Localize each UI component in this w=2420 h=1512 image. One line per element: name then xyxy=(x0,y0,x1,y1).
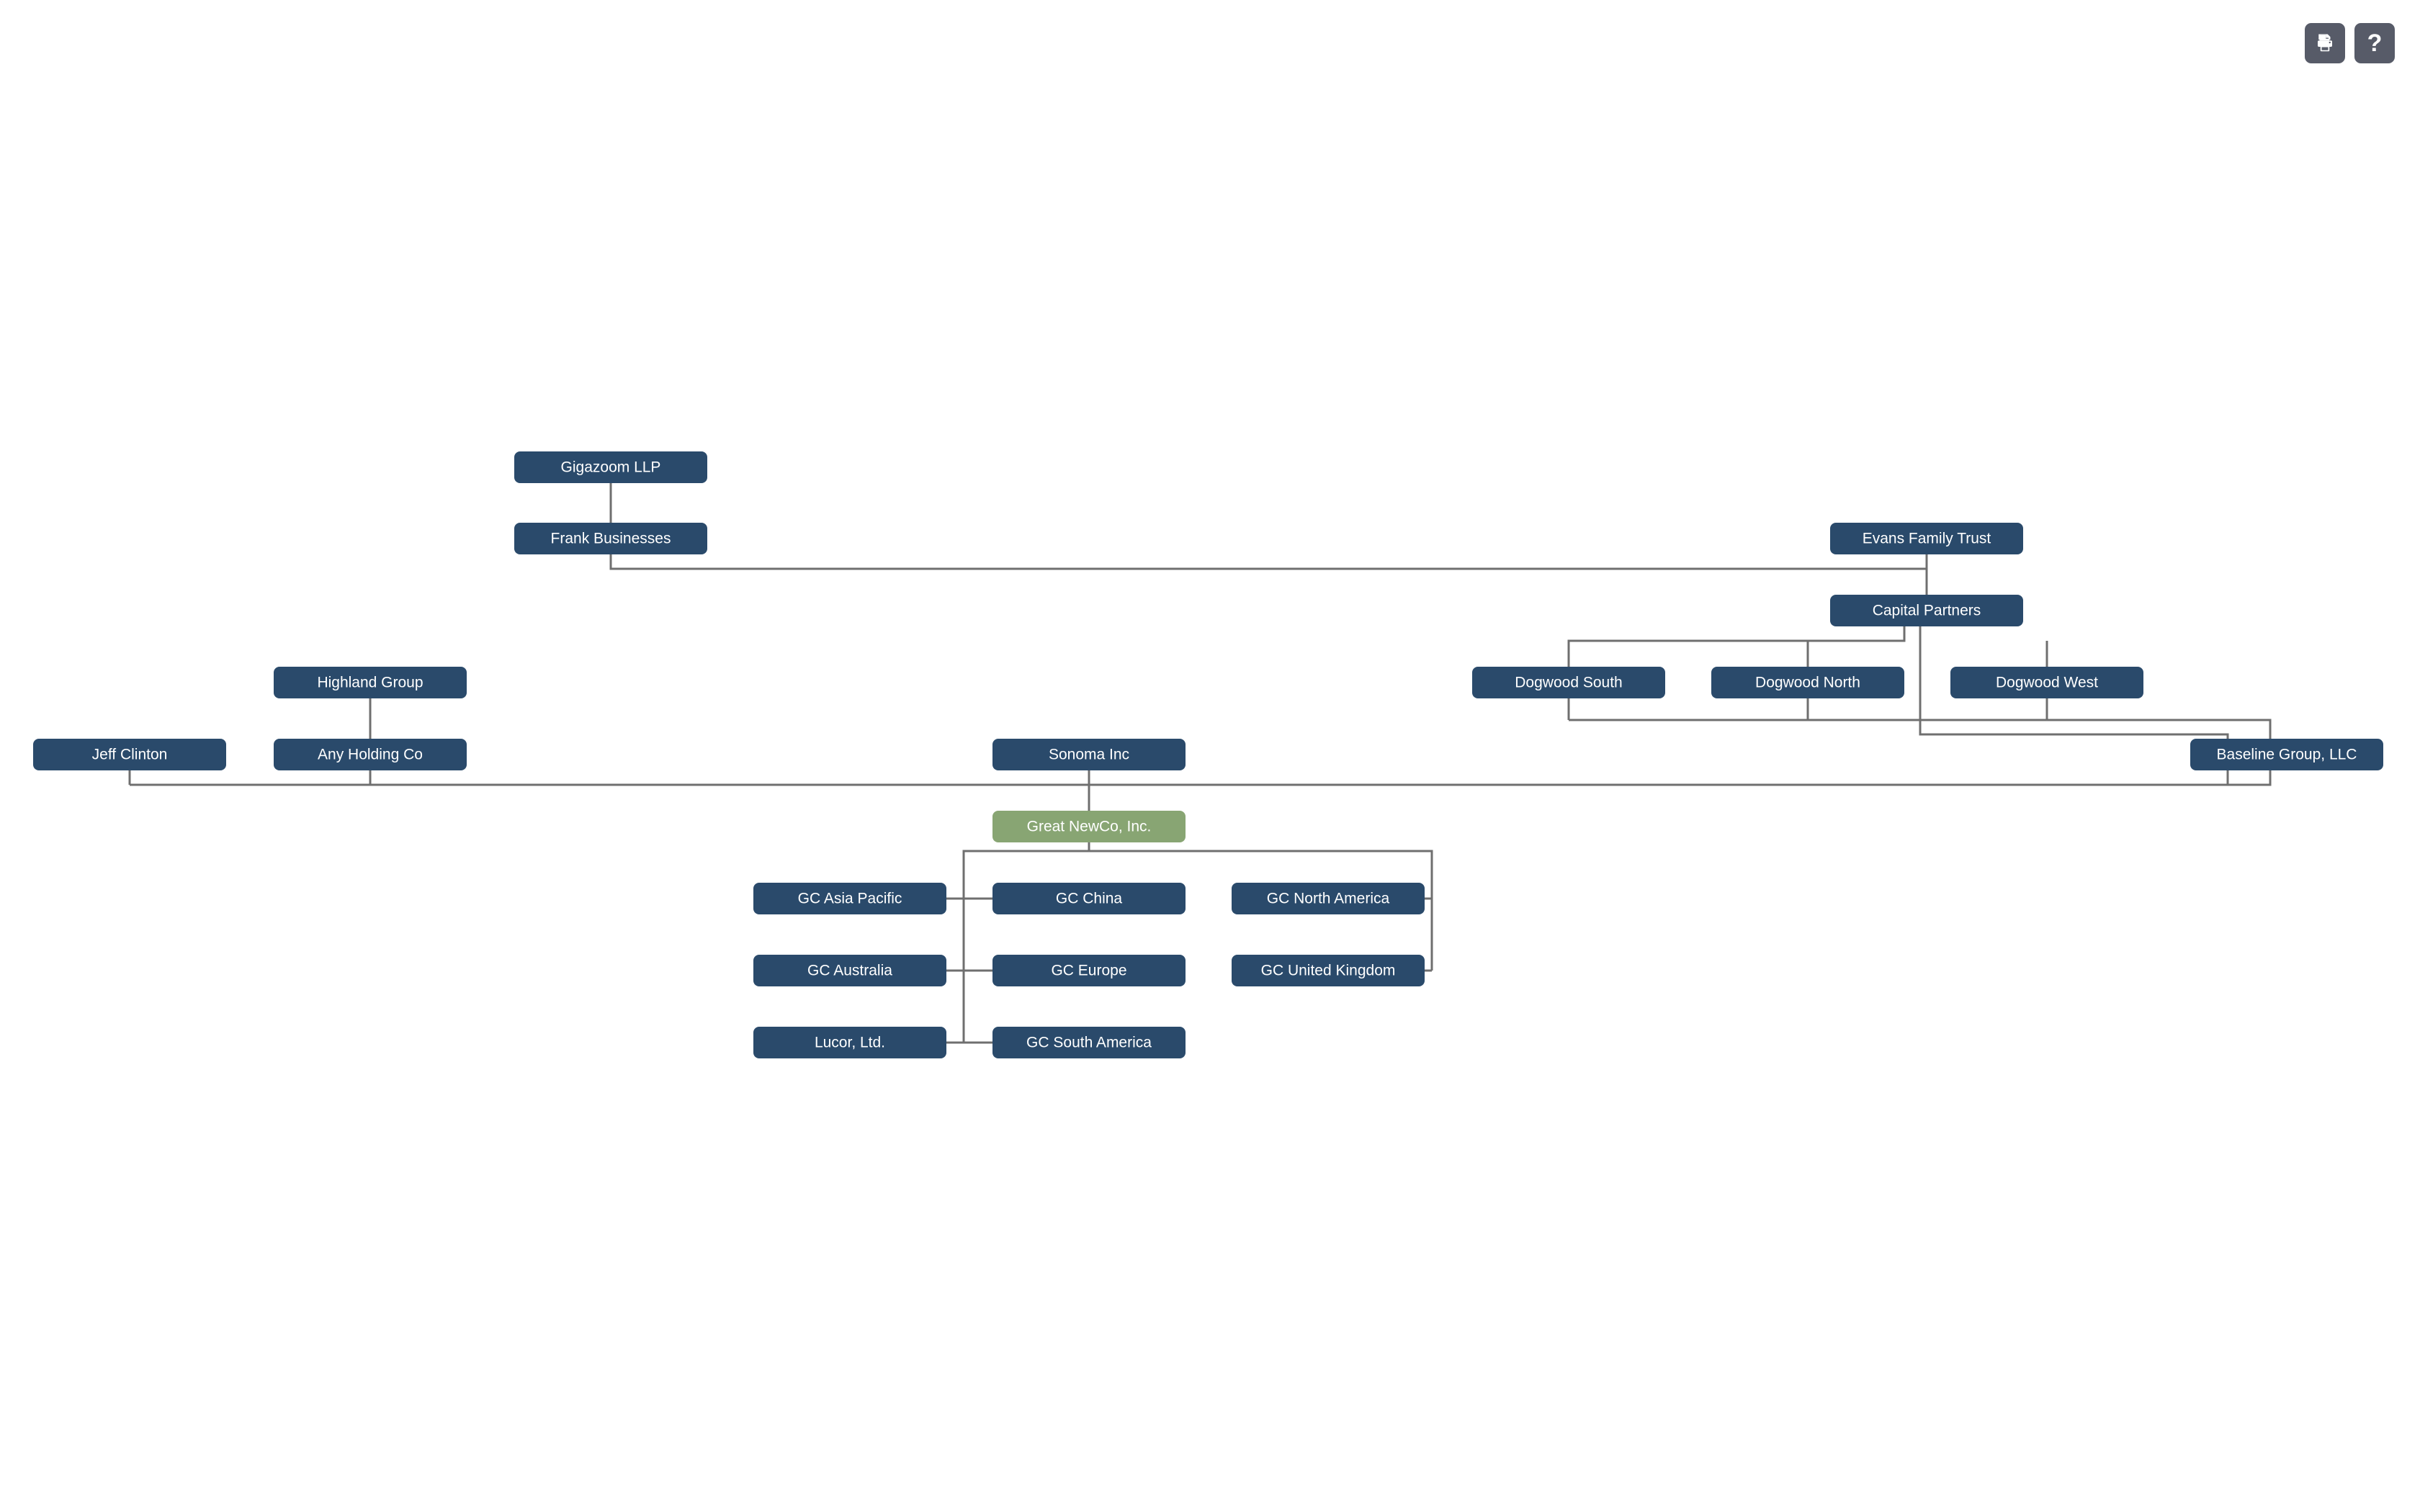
node-box-gigazoom[interactable] xyxy=(514,451,707,483)
node-box-anyholding[interactable] xyxy=(274,739,467,770)
node-evans[interactable]: Evans Family Trust xyxy=(1830,523,2023,554)
node-box-gceurope[interactable] xyxy=(992,955,1186,986)
node-box-gcchina[interactable] xyxy=(992,883,1186,914)
toolbar: ? xyxy=(2305,23,2395,63)
help-button[interactable]: ? xyxy=(2354,23,2395,63)
node-box-capital[interactable] xyxy=(1830,595,2023,626)
node-anyholding[interactable]: Any Holding Co xyxy=(274,739,467,770)
node-box-highland[interactable] xyxy=(274,667,467,698)
node-gcasia[interactable]: GC Asia Pacific xyxy=(753,883,946,914)
node-box-gcuk[interactable] xyxy=(1232,955,1425,986)
node-baseline[interactable]: Baseline Group, LLC xyxy=(2190,739,2383,770)
node-dognorth[interactable]: Dogwood North xyxy=(1711,667,1904,698)
node-box-frank[interactable] xyxy=(514,523,707,554)
node-gcnortham[interactable]: GC North America xyxy=(1232,883,1425,914)
node-greatnewco[interactable]: Great NewCo, Inc. xyxy=(992,811,1186,842)
node-gcsoutham[interactable]: GC South America xyxy=(992,1027,1186,1058)
node-gcuk[interactable]: GC United Kingdom xyxy=(1232,955,1425,986)
print-button[interactable] xyxy=(2305,23,2345,63)
node-box-gcasia[interactable] xyxy=(753,883,946,914)
node-lucor[interactable]: Lucor, Ltd. xyxy=(753,1027,946,1058)
node-box-gcsoutham[interactable] xyxy=(992,1027,1186,1058)
node-dogsouth[interactable]: Dogwood South xyxy=(1472,667,1665,698)
node-frank[interactable]: Frank Businesses xyxy=(514,523,707,554)
node-box-gcaustralia[interactable] xyxy=(753,955,946,986)
node-box-dogwest[interactable] xyxy=(1950,667,2143,698)
connector-e-subbus-left xyxy=(962,850,1089,1043)
node-highland[interactable]: Highland Group xyxy=(274,667,467,698)
node-box-lucor[interactable] xyxy=(753,1027,946,1058)
connector-e-frank-evansbus xyxy=(609,554,1927,570)
org-chart-page: ? Gigazoom LLP Frank Businesses Evans Fami… xyxy=(0,0,2420,1512)
connector-e-capital-dogbus xyxy=(1567,626,1906,667)
node-gceurope[interactable]: GC Europe xyxy=(992,955,1186,986)
node-box-jeff[interactable] xyxy=(33,739,226,770)
node-box-greatnewco[interactable] xyxy=(992,811,1186,842)
node-box-gcnortham[interactable] xyxy=(1232,883,1425,914)
node-box-baseline[interactable] xyxy=(2190,739,2383,770)
node-sonoma[interactable]: Sonoma Inc xyxy=(992,739,1186,770)
node-jeff[interactable]: Jeff Clinton xyxy=(33,739,226,770)
node-box-evans[interactable] xyxy=(1830,523,2023,554)
node-box-dognorth[interactable] xyxy=(1711,667,1904,698)
node-gcchina[interactable]: GC China xyxy=(992,883,1186,914)
node-capital[interactable]: Capital Partners xyxy=(1830,595,2023,626)
node-box-dogsouth[interactable] xyxy=(1472,667,1665,698)
node-box-sonoma[interactable] xyxy=(992,739,1186,770)
node-gigazoom[interactable]: Gigazoom LLP xyxy=(514,451,707,483)
node-gcaustralia[interactable]: GC Australia xyxy=(753,955,946,986)
entity-nodes: Gigazoom LLP Frank Businesses Evans Family… xyxy=(33,451,2383,1058)
question-mark-icon: ? xyxy=(2367,30,2383,57)
printer-icon xyxy=(2314,32,2336,54)
org-chart-canvas: Gigazoom LLP Frank Businesses Evans Family… xyxy=(33,451,2383,1058)
node-dogwest[interactable]: Dogwood West xyxy=(1950,667,2143,698)
